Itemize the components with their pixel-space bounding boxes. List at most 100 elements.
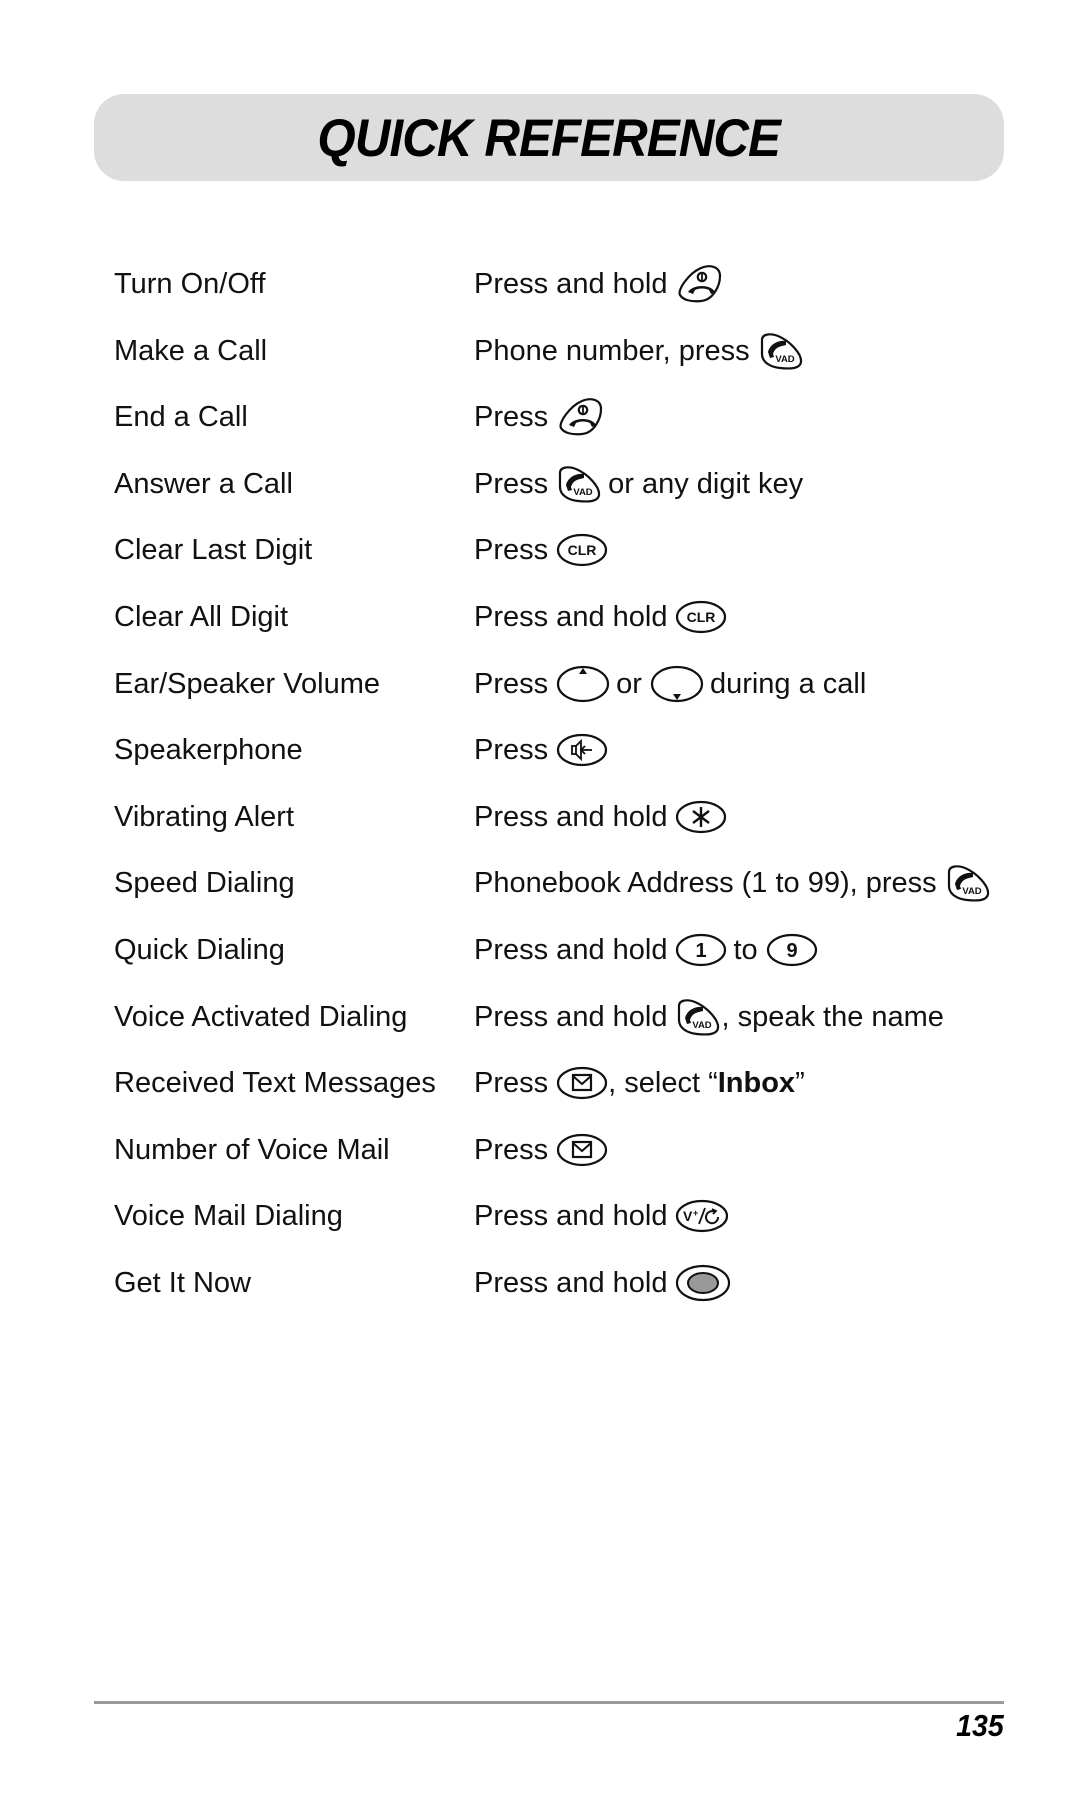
function-instruction: Press , select “Inbox” (474, 1061, 805, 1105)
svg-text:CLR: CLR (687, 609, 716, 625)
end-power-key-icon (675, 264, 723, 304)
instruction-text: or any digit key (608, 467, 804, 500)
svg-text:1: 1 (696, 940, 707, 962)
function-instruction: Press and hold 1 to 9 (474, 928, 824, 972)
svg-text:VAD: VAD (775, 354, 794, 365)
function-instruction: Press or during a call (474, 662, 866, 706)
function-instruction: Press and hold CLR (474, 595, 733, 639)
reference-row: Clear Last Digit Press CLR (0, 528, 1080, 572)
instruction-text: Phonebook Address (1 to 99), press (474, 867, 937, 900)
reference-row: Clear All Digit Press and hold CLR (0, 595, 1080, 639)
instruction-text: Press (474, 534, 549, 567)
digit-key-icon: 1 (675, 932, 727, 968)
emphasized-text: Inbox (717, 1067, 796, 1100)
get-it-now-key-icon (675, 1263, 731, 1303)
svg-text:9: 9 (786, 940, 797, 962)
function-instruction: Press and hold (474, 262, 729, 306)
svg-text:VAD: VAD (962, 886, 981, 897)
instruction-text: or (616, 667, 642, 700)
reference-row: Vibrating Alert Press and hold (0, 795, 1080, 839)
footer-divider (94, 1701, 1004, 1704)
function-label: Get It Now (114, 1267, 251, 1299)
function-instruction: Press and hold VAD , speak the name (474, 995, 944, 1039)
instruction-text: Press (474, 1067, 549, 1100)
function-instruction: Press CLR (474, 528, 614, 572)
reference-row: Quick Dialing Press and hold 1 to 9 (0, 928, 1080, 972)
function-label: End a Call (114, 401, 248, 434)
reference-row: Speakerphone Press (0, 728, 1080, 772)
send-vad-key-icon: VAD (945, 864, 991, 902)
instruction-text: , select “ (608, 1067, 718, 1100)
reference-row: Make a Call Phone number, press VAD (0, 329, 1080, 373)
instruction-text: ” (795, 1067, 805, 1100)
send-vad-key-icon: VAD (675, 998, 721, 1036)
reference-row: Number of Voice Mail Press (0, 1128, 1080, 1172)
function-instruction: Press (474, 728, 614, 772)
reference-row: Ear/Speaker Volume Press or during a call (0, 662, 1080, 706)
svg-text:+: + (693, 1208, 698, 1218)
reference-row: Answer a Call Press VAD or any digit key (0, 462, 1080, 506)
instruction-text: to (733, 934, 758, 966)
instruction-text: during a call (709, 667, 867, 700)
instruction-text: Press and hold (474, 800, 668, 833)
page-title: QUICK REFERENCE (317, 109, 782, 168)
reference-row: End a Call Press (0, 395, 1080, 439)
reference-row: Speed Dialing Phonebook Address (1 to 99)… (0, 861, 1080, 905)
svg-text:VAD: VAD (693, 1020, 712, 1031)
instruction-text: Phone number, press (474, 334, 750, 367)
reference-row: Voice Mail Dialing Press and hold V + (0, 1194, 1080, 1238)
send-vad-key-icon: VAD (758, 332, 804, 370)
page-number: 135 (956, 1708, 1004, 1743)
function-label: Clear Last Digit (114, 534, 313, 567)
voicemail-redial-key-icon: V + (675, 1198, 729, 1234)
digit-key-icon: 9 (766, 932, 818, 968)
function-label: Ear/Speaker Volume (114, 667, 380, 700)
message-key-icon (556, 1065, 608, 1101)
reference-row: Turn On/Off Press and hold (0, 262, 1080, 306)
svg-text:V: V (683, 1208, 693, 1224)
function-label: Quick Dialing (114, 934, 285, 966)
instruction-text: Press (474, 667, 549, 700)
function-instruction: Phone number, press VAD (474, 329, 810, 373)
function-instruction: Press and hold (474, 795, 733, 839)
function-label: Number of Voice Mail (114, 1133, 390, 1166)
function-label: Clear All Digit (114, 601, 289, 633)
svg-text:CLR: CLR (568, 542, 597, 558)
reference-row: Received Text Messages Press , select “In… (0, 1061, 1080, 1105)
function-instruction: Press and hold (474, 1261, 737, 1305)
function-label: Turn On/Off (114, 268, 266, 300)
instruction-text: Press and hold (474, 601, 668, 633)
instruction-text: Press (474, 401, 549, 434)
volume-up-key-icon (556, 664, 610, 704)
function-label: Received Text Messages (114, 1067, 436, 1100)
instruction-text: Press (474, 734, 549, 767)
function-instruction: Press and hold V + (474, 1194, 735, 1238)
instruction-text: Press and hold (474, 1000, 668, 1033)
function-label: Voice Mail Dialing (114, 1200, 343, 1233)
instruction-text: Press (474, 467, 549, 500)
title-banner: QUICK REFERENCE (94, 94, 1004, 181)
svg-text:VAD: VAD (573, 487, 592, 498)
volume-down-key-icon (650, 664, 704, 704)
clr-key-icon: CLR (675, 599, 727, 635)
send-vad-key-icon: VAD (556, 465, 602, 503)
speakerphone-key-icon (556, 732, 608, 768)
instruction-text: Press and hold (474, 1200, 668, 1233)
function-label: Speed Dialing (114, 867, 295, 900)
instruction-text: , speak the name (721, 1000, 944, 1033)
reference-row: Get It Now Press and hold (0, 1261, 1080, 1305)
function-instruction: Press (474, 395, 610, 439)
function-label: Speakerphone (114, 734, 303, 767)
end-power-key-icon (556, 397, 604, 437)
function-label: Voice Activated Dialing (114, 1000, 408, 1033)
instruction-text: Press and hold (474, 1267, 668, 1299)
clr-key-icon: CLR (556, 532, 608, 568)
reference-row: Voice Activated Dialing Press and hold VA… (0, 995, 1080, 1039)
function-instruction: Press VAD or any digit key (474, 462, 803, 506)
function-label: Answer a Call (114, 467, 293, 500)
function-instruction: Phonebook Address (1 to 99), press VAD (474, 861, 997, 905)
instruction-text: Press and hold (474, 934, 668, 966)
function-label: Vibrating Alert (114, 800, 295, 833)
instruction-text: Press (474, 1133, 549, 1166)
star-key-icon (675, 799, 727, 835)
